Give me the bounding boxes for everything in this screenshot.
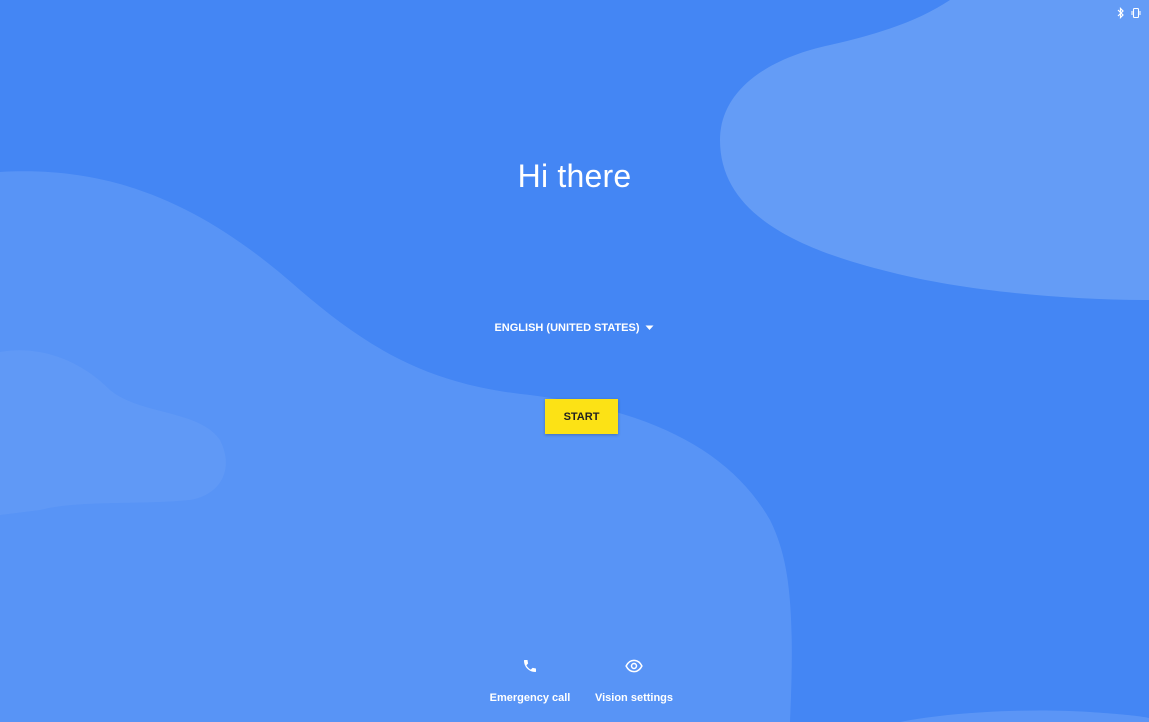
eye-icon — [625, 655, 643, 677]
vision-settings-button[interactable]: Vision settings — [584, 655, 684, 704]
vibrate-icon — [1131, 7, 1141, 19]
bluetooth-icon — [1117, 7, 1125, 19]
bg-shape-bottom-right — [900, 710, 1149, 722]
language-label: ENGLISH (UNITED STATES) — [494, 322, 640, 334]
setup-welcome-screen: Hi there ENGLISH (UNITED STATES) START E… — [0, 0, 1149, 722]
background-shapes — [0, 0, 1149, 722]
page-title: Hi there — [517, 158, 632, 194]
dropdown-arrow-icon — [645, 325, 654, 331]
phone-icon — [522, 655, 538, 677]
language-selector[interactable]: ENGLISH (UNITED STATES) — [474, 318, 674, 338]
status-bar — [1117, 4, 1141, 22]
vision-settings-label: Vision settings — [594, 692, 674, 704]
start-button[interactable]: START — [545, 399, 618, 434]
emergency-call-button[interactable]: Emergency call — [480, 655, 580, 704]
emergency-call-label: Emergency call — [489, 692, 571, 704]
bg-shape-top-right — [720, 0, 1149, 300]
